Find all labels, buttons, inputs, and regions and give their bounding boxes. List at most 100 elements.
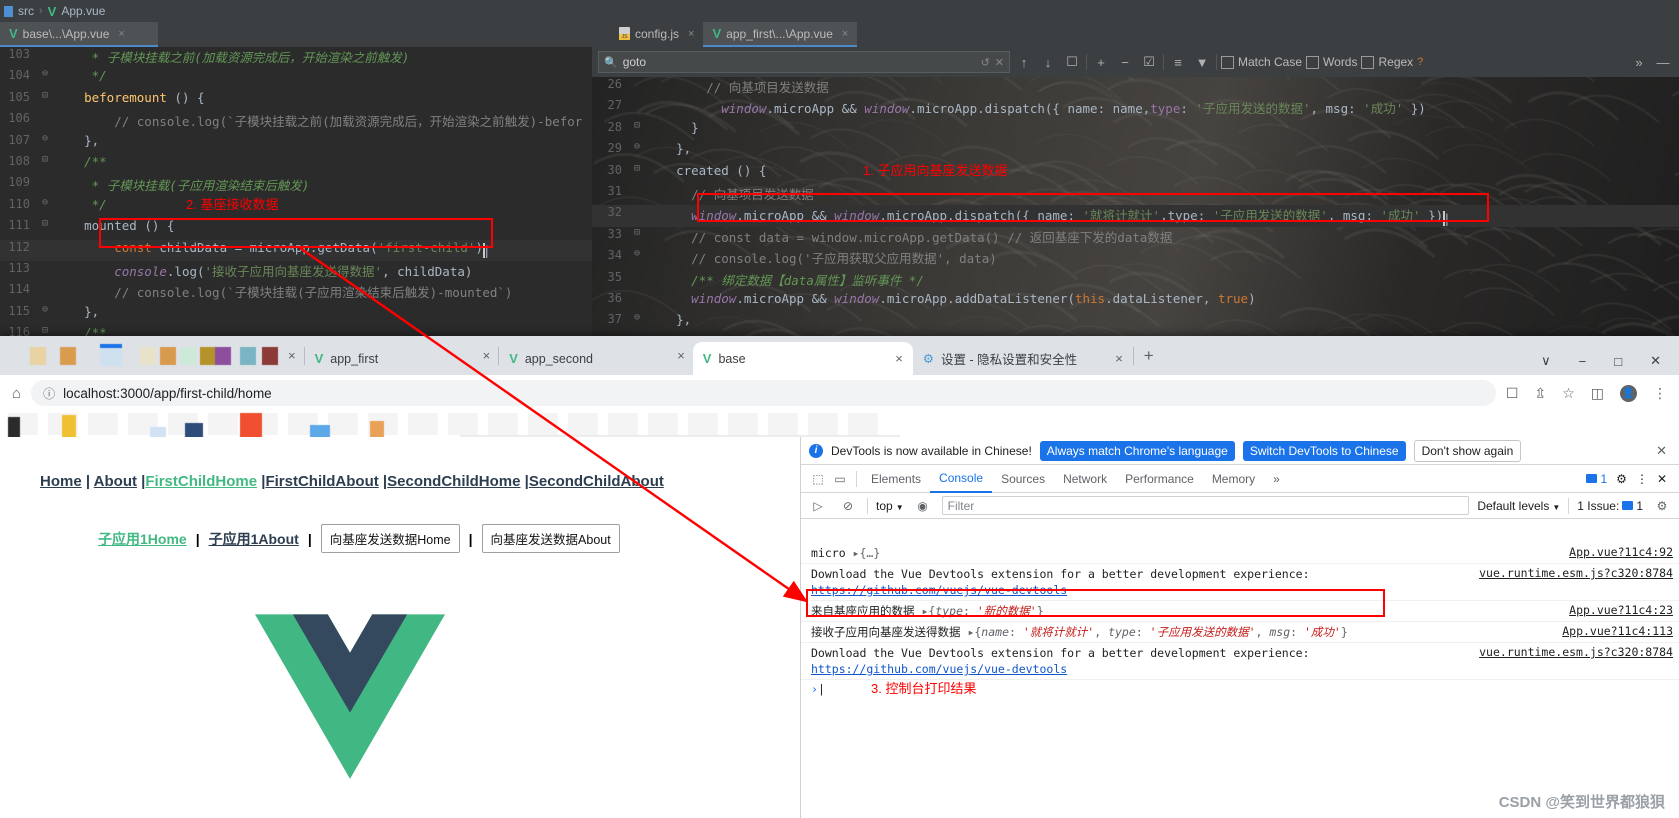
select-all-occurrences-icon[interactable]: ☐ (1062, 54, 1082, 70)
console-message[interactable]: micro ▸{…} App.vue?11c4:92 (801, 543, 1679, 564)
fold-gutter-icon[interactable]: ⊟ (628, 120, 646, 131)
console-input-caret[interactable]: | (818, 682, 825, 696)
close-icon[interactable]: × (895, 351, 903, 366)
device-toolbar-icon[interactable]: ▭ (829, 472, 851, 486)
select-all-occurrences-multi-icon[interactable]: ☑ (1139, 54, 1159, 70)
execution-context-icon[interactable]: ▷ (807, 499, 829, 513)
close-icon[interactable]: × (688, 28, 694, 40)
send-data-button-1[interactable]: 向基座发送数据Home (321, 524, 460, 553)
remove-occurrence-icon[interactable]: − (1115, 55, 1135, 70)
nav-link-secondchildhome[interactable]: SecondChildHome (387, 473, 520, 490)
browser-tab-settings[interactable]: ⚙ 设置 - 隐私设置和安全性 × (913, 342, 1133, 375)
switch-devtools-language-button[interactable]: Switch DevTools to Chinese (1243, 441, 1406, 461)
match-case-checkbox[interactable]: Match Case (1221, 55, 1302, 69)
code-line[interactable]: 106 // console.log(`子模块挂载之前(加载资源完成后，开始渲染… (0, 111, 592, 132)
nav-link-secondchildabout[interactable]: SecondChildAbout (529, 473, 664, 490)
log-levels-selector[interactable]: Default levels ▼ (1477, 499, 1560, 513)
issues-badge[interactable]: 1 (1586, 472, 1607, 486)
code-line[interactable]: 111 ⊟ mounted () { (0, 218, 592, 239)
console-source-link[interactable]: App.vue?11c4:113 (1562, 624, 1673, 638)
code-line[interactable]: 105 ⊟ beforemount () { (0, 90, 592, 111)
bookmark-star-icon[interactable]: ☆ (1562, 385, 1575, 402)
context-selector[interactable]: top ▼ (876, 499, 904, 513)
close-icon[interactable]: × (842, 28, 848, 40)
code-line[interactable]: 32 window.microApp && window.microApp.di… (592, 205, 1679, 226)
code-line[interactable]: 29 ⊖ }, (592, 141, 1679, 162)
devtools-settings-icon[interactable]: ⚙ (1616, 472, 1627, 486)
console-message[interactable]: 来自基座应用的数据 ▸{type: '新的数据'} App.vue?11c4:23 (801, 601, 1679, 622)
code-line[interactable]: 107 ⊖ }, (0, 133, 592, 154)
help-icon[interactable]: ? (1417, 56, 1423, 68)
breadcrumb-root[interactable]: src (18, 4, 34, 18)
fold-gutter-icon[interactable]: ⊟ (36, 218, 54, 229)
browser-tab-app-second[interactable]: V app_second (499, 342, 669, 375)
close-find-icon[interactable]: — (1653, 55, 1673, 70)
console-source-link[interactable]: App.vue?11c4:23 (1569, 603, 1673, 617)
nav-link-home[interactable]: Home (40, 473, 82, 490)
ide-tab-base-appvue[interactable]: V base\...\App.vue × (0, 22, 158, 47)
console-message[interactable]: Download the Vue Devtools extension for … (801, 643, 1679, 680)
words-checkbox[interactable]: Words (1306, 55, 1357, 69)
code-line[interactable]: 36 window.microApp && window.microApp.ad… (592, 291, 1679, 312)
translate-icon[interactable]: ☐ (1506, 385, 1519, 402)
close-icon[interactable]: × (475, 348, 499, 363)
more-tabs-icon[interactable]: » (1264, 466, 1289, 492)
code-line[interactable]: 115 ⊖ }, (0, 304, 592, 325)
tab-network[interactable]: Network (1054, 466, 1116, 492)
tab-search-icon[interactable]: ∨ (1541, 353, 1551, 369)
fold-gutter-icon[interactable]: ⊖ (36, 197, 54, 208)
console-link[interactable]: https://github.com/vuejs/vue-devtools (811, 662, 1067, 676)
filter-icon[interactable]: ▼ (1192, 55, 1212, 70)
console-message[interactable]: Download the Vue Devtools extension for … (801, 564, 1679, 601)
code-lines-right[interactable]: 26 // 向基项目发送数据 27 window.microApp && wind… (592, 47, 1679, 340)
tab-elements[interactable]: Elements (862, 466, 930, 492)
regex-checkbox[interactable]: Regex (1361, 55, 1413, 69)
more-menu-icon[interactable]: ⋮ (1653, 385, 1667, 402)
code-line[interactable]: 104 ⊖ */ (0, 68, 592, 89)
code-lines-left[interactable]: 103 * 子模块挂载之前(加载资源完成后，开始渲染之前触发) 104 ⊖ */10… (0, 47, 592, 340)
reset-icon[interactable]: ↺ (981, 56, 990, 69)
child-link-2[interactable]: 子应用1About (209, 529, 299, 549)
fold-gutter-icon[interactable]: ⊖ (628, 248, 646, 259)
tab-performance[interactable]: Performance (1116, 466, 1203, 492)
ide-tab-configjs[interactable]: config.js × (610, 22, 703, 47)
fold-gutter-icon[interactable]: ⊖ (36, 133, 54, 144)
sidepanel-icon[interactable]: ◫ (1591, 385, 1604, 402)
code-line[interactable]: 27 window.microApp && window.microApp.di… (592, 98, 1679, 119)
nav-link-about[interactable]: About (94, 473, 137, 490)
code-line[interactable]: 26 // 向基项目发送数据 (592, 77, 1679, 98)
preserve-case-icon[interactable]: ≡ (1168, 55, 1188, 70)
tab-memory[interactable]: Memory (1203, 466, 1264, 492)
close-icon[interactable]: × (118, 28, 124, 40)
code-line[interactable]: 30 ⊟ created () { (592, 163, 1679, 184)
editor-pane-left[interactable]: 103 * 子模块挂载之前(加载资源完成后，开始渲染之前触发) 104 ⊖ */10… (0, 47, 592, 340)
console-message[interactable]: 接收子应用向基座发送得数据 ▸{name: '就将计就计', type: '子应… (801, 622, 1679, 643)
live-expression-icon[interactable]: ◉ (912, 499, 934, 513)
fold-gutter-icon[interactable]: ⊖ (36, 304, 54, 315)
console-source-link[interactable]: vue.runtime.esm.js?c320:8784 (1479, 566, 1673, 580)
console-filter-input[interactable]: Filter (942, 496, 1470, 515)
ide-tab-appfirst-appvue[interactable]: V app_first\...\App.vue × (703, 22, 857, 47)
fold-gutter-icon[interactable]: ⊟ (628, 227, 646, 238)
console-link[interactable]: https://github.com/vuejs/vue-devtools (811, 583, 1067, 597)
close-window-button[interactable]: ✕ (1650, 353, 1661, 369)
fold-gutter-icon[interactable]: ⊟ (36, 90, 54, 101)
site-info-icon[interactable]: ⓘ (43, 385, 55, 402)
fold-gutter-icon[interactable]: ⊖ (628, 312, 646, 323)
code-line[interactable]: 35 /** 绑定数据【data属性】监听事件 */ (592, 270, 1679, 291)
code-line[interactable]: 110 ⊖ */ (0, 197, 592, 218)
profile-avatar-icon[interactable]: 👤 (1620, 385, 1637, 402)
console-source-link[interactable]: vue.runtime.esm.js?c320:8784 (1479, 645, 1673, 659)
tab-sources[interactable]: Sources (992, 466, 1054, 492)
add-occurrence-icon[interactable]: + (1091, 55, 1111, 70)
home-icon[interactable]: ⌂ (12, 385, 21, 402)
fold-gutter-icon[interactable]: ⊖ (36, 68, 54, 79)
code-line[interactable]: 103 * 子模块挂载之前(加载资源完成后，开始渲染之前触发) (0, 47, 592, 68)
minimize-button[interactable]: − (1579, 354, 1587, 369)
clear-icon[interactable]: ✕ (995, 56, 1004, 69)
code-line[interactable]: 28 ⊟ } (592, 120, 1679, 141)
code-line[interactable]: 31 // 向基项目发送数据 (592, 184, 1679, 205)
code-line[interactable]: 113 console.log('接收子应用向基座发送得数据', childDa… (0, 261, 592, 282)
search-input[interactable]: 🔍 goto ↺ ✕ (598, 51, 1010, 73)
editor-pane-right[interactable]: 26 // 向基项目发送数据 27 window.microApp && wind… (592, 47, 1679, 340)
